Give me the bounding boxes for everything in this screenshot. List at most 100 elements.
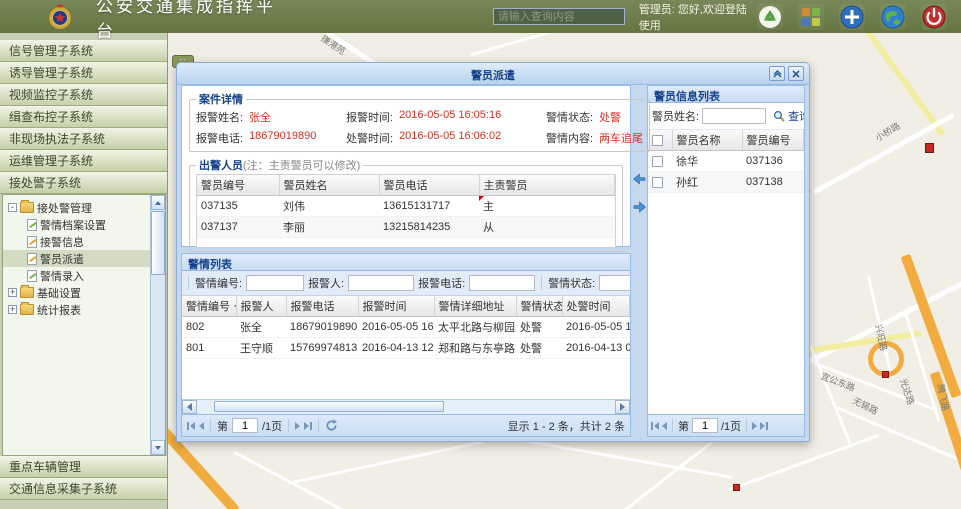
table-row[interactable]: 037135 刘伟 13615131717 主 [197,196,615,217]
folder-icon [20,287,34,298]
page-number-input[interactable] [232,418,258,433]
select-all-checkbox[interactable] [648,130,672,151]
move-right-icon[interactable] [633,201,646,213]
tree-item[interactable]: 接警信息 [3,233,165,250]
column-header[interactable]: 警情详细地址 [434,296,516,317]
map-marker[interactable] [733,484,740,491]
editable-cell[interactable]: 从 [479,217,615,238]
scrollbar-thumb[interactable] [214,401,444,412]
column-header[interactable]: 报警电话 [286,296,358,317]
tree-item-label: 警员派遣 [40,251,84,267]
app-header: 公安交通集成指挥平台 管理员: 您好,欢迎登陆使用 [0,0,961,33]
sidebar-item[interactable]: 交通信息采集子系统 [0,478,167,500]
sidebar-item[interactable]: 信号管理子系统 [0,40,167,62]
column-header[interactable]: 主责警员 [479,175,615,196]
officer-name-input[interactable] [702,108,766,124]
tree-item[interactable]: 接处警管理 [3,199,165,216]
map-marker[interactable] [925,143,934,153]
field-label: 报警姓名: [196,109,243,125]
column-header[interactable]: 警员编号 [197,175,279,196]
page-icon [27,253,37,265]
sidebar-item[interactable]: 视频监控子系统 [0,84,167,106]
close-dialog-icon[interactable] [788,66,804,81]
map-marker[interactable] [882,371,889,378]
table-row[interactable]: 801王守顺 157699748132016-04-13 12:... 郑和路与… [182,338,630,359]
next-page-icon[interactable] [752,422,757,430]
column-header[interactable]: 警员姓名 [279,175,379,196]
sidebar-item[interactable]: 缉查布控子系统 [0,106,167,128]
power-logout-icon[interactable] [921,4,947,30]
collapse-minus-icon[interactable] [8,203,17,212]
folder-icon [20,304,34,315]
column-header[interactable]: 警员名称 [672,130,742,151]
field-value: 张全 [249,109,271,125]
column-header[interactable]: 报警人 [236,296,286,317]
alert-list-panel: 警情列表 警情编号: 报警人: 报警电话: 警情状态: [181,253,631,437]
prev-page-icon[interactable] [662,422,667,430]
tree-scrollbar[interactable] [150,195,165,455]
tree-item[interactable]: 警情录入 [3,267,165,284]
sidebar-item[interactable]: 运维管理子系统 [0,150,167,172]
map-road-label: 光达路 [897,377,918,407]
scroll-left-icon[interactable] [182,400,197,414]
column-header[interactable]: 警员电话 [379,175,479,196]
column-header-sorted[interactable]: 警情编号 [182,296,236,317]
dialog-titlebar[interactable]: 警员派遣 [177,63,809,85]
dispatch-fieldset: 出警人员(注：主责警员可以修改) 警员编号 警员姓名 警员电话 主责警员 [189,157,623,252]
tree-item-label: 统计报表 [37,302,81,318]
map-road-label: 搛港苑 [319,33,349,57]
move-left-icon[interactable] [633,173,646,185]
table-row[interactable]: 孙红 037138 [648,172,804,193]
map-road [233,451,349,509]
row-checkbox[interactable] [652,177,663,188]
column-header[interactable]: 警情状态 [516,296,562,317]
tree-item-selected[interactable]: 警员派遣 [3,250,165,267]
table-row[interactable]: 802张全 186790198902016-05-05 16:... 太平北路与… [182,317,630,338]
sidebar-item-active[interactable]: 接处警子系统 [0,172,167,194]
scrollbar-thumb[interactable] [151,211,165,275]
next-page-icon[interactable] [295,422,300,430]
expand-plus-icon[interactable] [8,288,17,297]
column-header[interactable]: 报警时间 [358,296,434,317]
table-row[interactable]: 037137 李丽 13215814235 从 [197,217,615,238]
status-select[interactable] [599,275,630,291]
officer-search-button[interactable]: 查询 [769,107,805,125]
page-number-input[interactable] [692,418,718,433]
scroll-up-icon[interactable] [151,195,165,210]
sidebar-item[interactable]: 非现场执法子系统 [0,128,167,150]
row-checkbox[interactable] [652,156,663,167]
scroll-right-icon[interactable] [615,400,630,414]
collapse-dialog-icon[interactable] [769,66,785,81]
alert-no-input[interactable] [246,275,304,291]
tree-item[interactable]: 警情档案设置 [3,216,165,233]
field-label: 警情内容: [546,130,593,146]
page-suffix: /1页 [721,418,741,434]
last-page-icon[interactable] [760,422,768,430]
last-page-icon[interactable] [304,422,312,430]
tree-item[interactable]: 统计报表 [3,301,165,318]
tree-item-label: 接警信息 [40,234,84,250]
add-plus-icon[interactable] [839,4,865,30]
column-header[interactable]: 处警时间 [562,296,630,317]
phone-input[interactable] [469,275,535,291]
modules-grid-icon[interactable] [798,4,824,30]
refresh-icon[interactable] [325,419,338,432]
expand-plus-icon[interactable] [8,305,17,314]
tree-item[interactable]: 基础设置 [3,284,165,301]
globe-icon[interactable] [880,4,906,30]
officer-pagination-bar: 第 /1页 [648,414,804,436]
sidebar-item[interactable]: 诱导管理子系统 [0,62,167,84]
reporter-input[interactable] [348,275,414,291]
recycle-icon[interactable] [757,4,783,30]
prev-page-icon[interactable] [199,422,204,430]
table-row[interactable]: 徐华 037136 [648,151,804,172]
search-icon [773,110,785,122]
scroll-down-icon[interactable] [151,440,165,455]
horizontal-scrollbar[interactable] [182,399,630,414]
sidebar-item[interactable]: 重点车辆管理 [0,456,167,478]
global-search-input[interactable] [493,8,625,25]
column-header[interactable]: 警员编号 [742,130,804,151]
editable-cell[interactable]: 主 [479,196,615,217]
first-page-icon[interactable] [187,422,195,430]
first-page-icon[interactable] [651,422,659,430]
